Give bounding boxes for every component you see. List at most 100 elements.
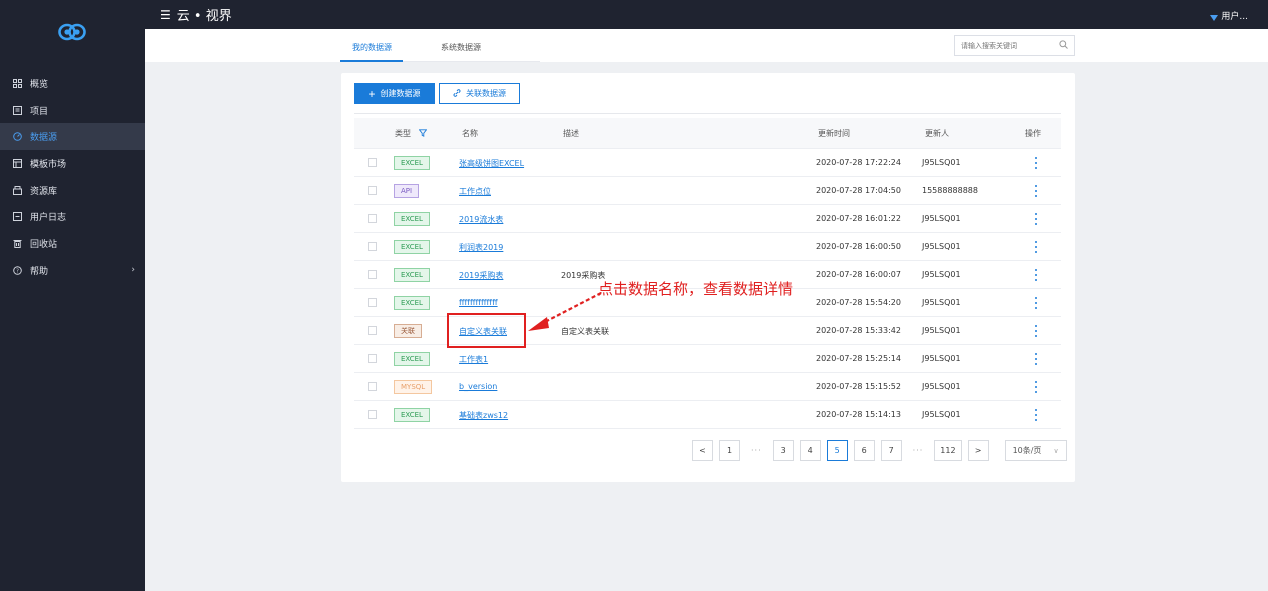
datasource-name-link[interactable]: 2019流水表	[459, 214, 503, 225]
type-tag: 关联	[394, 324, 422, 338]
datasource-name-link[interactable]: 利润表2019	[459, 242, 503, 253]
tabs-bar: 我的数据源 系统数据源	[145, 29, 1268, 62]
more-actions-icon[interactable]	[1031, 380, 1041, 394]
updated-time: 2020-07-28 15:25:14	[816, 354, 901, 363]
row-checkbox[interactable]	[368, 270, 377, 279]
table-header: 类型 名称 描述 更新时间 更新人 操作	[354, 118, 1061, 149]
link-datasource-button[interactable]: 关联数据源	[439, 83, 520, 104]
table-divider	[354, 113, 1061, 114]
sidebar: 概览 项目 数据源 模板市场 资源库 用户日志 回收站 ? 帮助 ›	[0, 0, 145, 591]
table-row: API 工作点位 2020-07-28 17:04:50 15588888888	[354, 177, 1061, 205]
row-checkbox[interactable]	[368, 382, 377, 391]
filter-icon[interactable]	[418, 129, 427, 137]
type-tag: EXCEL	[394, 212, 430, 226]
more-actions-icon[interactable]	[1031, 352, 1041, 366]
logo-icon[interactable]	[58, 22, 86, 42]
column-header-updater: 更新人	[925, 129, 949, 138]
table-row: MYSQL b_version 2020-07-28 15:15:52 J95LSQ0…	[354, 373, 1061, 401]
type-tag: EXCEL	[394, 296, 430, 310]
row-checkbox[interactable]	[368, 242, 377, 251]
pagination: < 1 ··· 3 4 5 6 7 ··· 112 > 10条/页 ∨	[692, 440, 1067, 461]
sidebar-item-label: 资源库	[30, 186, 58, 197]
type-tag: EXCEL	[394, 408, 430, 422]
row-checkbox[interactable]	[368, 186, 377, 195]
tab-my-datasource[interactable]: 我的数据源	[352, 42, 392, 53]
updated-time: 2020-07-28 15:33:42	[816, 326, 901, 335]
row-checkbox[interactable]	[368, 410, 377, 419]
grid-icon	[12, 78, 22, 88]
updated-by: J95LSQ01	[922, 242, 961, 251]
sidebar-item-label: 概览	[30, 79, 49, 90]
page-size-select[interactable]: 10条/页 ∨	[1004, 440, 1067, 461]
row-checkbox[interactable]	[368, 158, 377, 167]
link-icon	[453, 88, 461, 99]
sidebar-item-help[interactable]: ? 帮助 ›	[0, 257, 145, 284]
updated-by: J95LSQ01	[922, 158, 961, 167]
search-input[interactable]	[955, 36, 1055, 55]
column-header-ops: 操作	[1025, 129, 1041, 138]
project-icon	[12, 105, 22, 115]
more-actions-icon[interactable]	[1031, 184, 1041, 198]
row-checkbox[interactable]	[368, 214, 377, 223]
page-button[interactable]: 6	[853, 440, 875, 461]
datasource-name-link[interactable]: 基础表zws12	[459, 410, 508, 421]
sidebar-item-label: 帮助	[30, 266, 49, 277]
page-button[interactable]: 1	[719, 440, 740, 461]
sidebar-nav: 概览 项目 数据源 模板市场 资源库 用户日志 回收站 ? 帮助 ›	[0, 70, 145, 284]
sidebar-item-datasource[interactable]: 数据源	[0, 123, 145, 151]
chevron-down-icon: ∨	[1053, 446, 1059, 455]
next-page-button[interactable]: >	[967, 440, 989, 461]
type-tag: EXCEL	[394, 156, 430, 170]
datasource-name-link[interactable]: b_version	[459, 382, 497, 391]
app-brand[interactable]: ☰ 云 • 视界	[160, 5, 232, 25]
more-actions-icon[interactable]	[1031, 212, 1041, 226]
more-actions-icon[interactable]	[1031, 240, 1041, 254]
updated-time: 2020-07-28 17:22:24	[816, 158, 901, 167]
search-icon[interactable]	[1059, 40, 1068, 49]
row-checkbox[interactable]	[368, 354, 377, 363]
page-button[interactable]: 4	[799, 440, 821, 461]
table-row: EXCEL 基础表zws12 2020-07-28 15:14:13 J95LSQ01	[354, 401, 1061, 429]
user-menu[interactable]: 用户...	[1210, 9, 1248, 22]
datasource-icon	[12, 132, 22, 142]
link-datasource-label: 关联数据源	[466, 89, 506, 98]
datasource-name-link[interactable]: 工作点位	[459, 186, 491, 197]
datasource-name-link[interactable]: 工作表1	[459, 354, 488, 365]
app-title: 云 • 视界	[176, 9, 232, 24]
page-button[interactable]: 112	[934, 440, 962, 461]
sidebar-item-resource-library[interactable]: 资源库	[0, 177, 145, 204]
page-ellipsis[interactable]: ···	[908, 440, 929, 461]
page-button[interactable]: 3	[772, 440, 794, 461]
column-header-desc: 描述	[563, 129, 579, 138]
sidebar-item-overview[interactable]: 概览	[0, 70, 145, 97]
more-actions-icon[interactable]	[1031, 156, 1041, 170]
datasource-name-link[interactable]: 张高级饼图EXCEL	[459, 158, 524, 169]
table-row: EXCEL 2019流水表 2020-07-28 16:01:22 J95LSQ01	[354, 205, 1061, 233]
sidebar-item-label: 项目	[30, 106, 49, 117]
more-actions-icon[interactable]	[1031, 296, 1041, 310]
datasource-name-link[interactable]: ffffffffffffff	[459, 298, 498, 307]
page-button[interactable]: 7	[880, 440, 902, 461]
chevron-right-icon: ›	[131, 264, 135, 275]
page-button-current[interactable]: 5	[826, 440, 848, 461]
prev-page-button[interactable]: <	[692, 440, 713, 461]
page-ellipsis[interactable]: ···	[746, 440, 767, 461]
sidebar-item-user-log[interactable]: 用户日志	[0, 203, 145, 230]
more-actions-icon[interactable]	[1031, 268, 1041, 282]
tab-system-datasource[interactable]: 系统数据源	[441, 42, 481, 53]
sidebar-item-project[interactable]: 项目	[0, 97, 145, 124]
row-checkbox[interactable]	[368, 326, 377, 335]
menu-icon[interactable]: ☰	[160, 8, 171, 22]
sidebar-item-template-market[interactable]: 模板市场	[0, 150, 145, 177]
datasource-table: 类型 名称 描述 更新时间 更新人 操作 EXCEL 张高级饼图EXCEL 2020…	[354, 118, 1061, 429]
more-actions-icon[interactable]	[1031, 408, 1041, 422]
more-actions-icon[interactable]	[1031, 324, 1041, 338]
type-tag: EXCEL	[394, 240, 430, 254]
row-checkbox[interactable]	[368, 298, 377, 307]
type-tag: API	[394, 184, 420, 198]
column-header-type: 类型	[395, 128, 427, 139]
create-datasource-button[interactable]: + 创建数据源	[354, 83, 435, 104]
datasource-name-link[interactable]: 2019采购表	[459, 270, 503, 281]
sidebar-item-recycle-bin[interactable]: 回收站	[0, 230, 145, 257]
plus-icon: +	[368, 86, 376, 101]
